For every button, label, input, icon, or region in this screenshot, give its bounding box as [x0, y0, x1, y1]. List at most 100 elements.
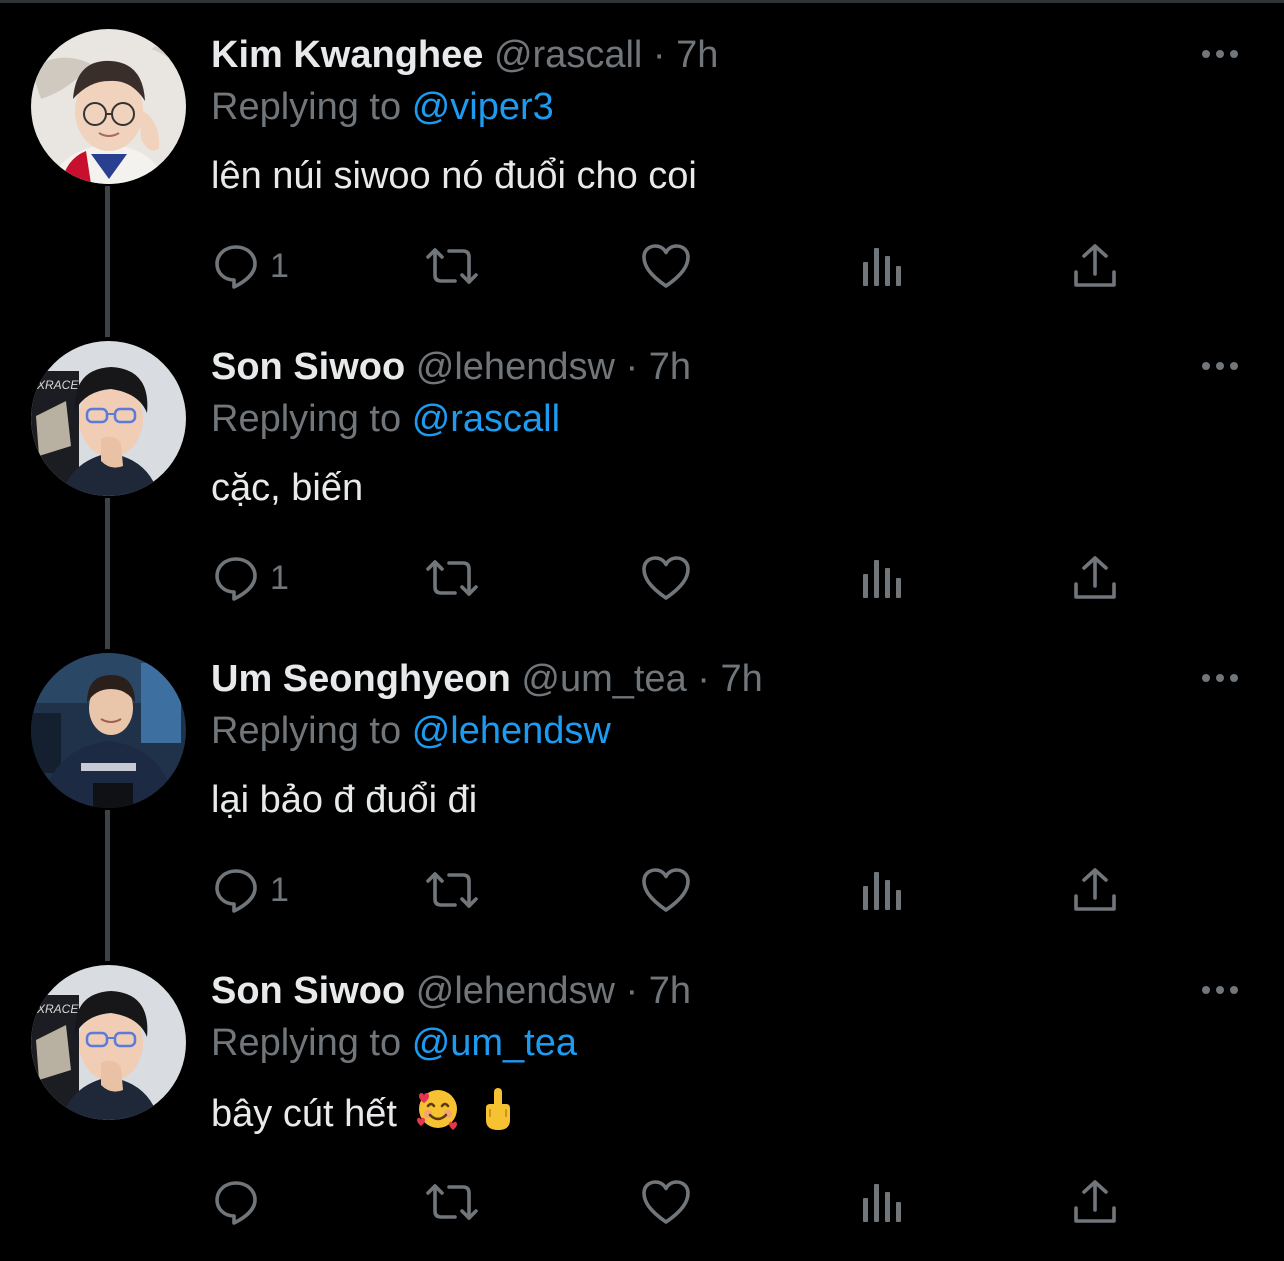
like-button[interactable] — [640, 236, 692, 296]
tweet-actions: 1 — [0, 860, 1284, 920]
handle[interactable]: @um_tea — [521, 658, 686, 700]
more-icon[interactable] — [1198, 42, 1242, 66]
views-icon — [860, 866, 904, 914]
views-button[interactable] — [860, 548, 904, 608]
replying-label: Replying to — [211, 710, 402, 752]
tweet-header: Um Seonghyeon @um_tea · 7h — [211, 656, 763, 702]
reply-button[interactable]: 1 — [212, 860, 289, 920]
views-button[interactable] — [860, 236, 904, 296]
mention-link[interactable]: @rascall — [412, 398, 560, 440]
tweet-header: Son Siwoo @lehendsw · 7h — [211, 968, 691, 1014]
mention-link[interactable]: @lehendsw — [412, 710, 611, 752]
tweet[interactable]: XRACE Son Siwoo @lehendsw · 7h Replying … — [0, 936, 1284, 1248]
tweet-header: Kim Kwanghee @rascall · 7h — [211, 32, 718, 78]
retweet-button[interactable] — [424, 548, 480, 608]
tweet[interactable]: Um Seonghyeon @um_tea · 7h Replying to @… — [0, 624, 1284, 936]
middle-finger-icon — [480, 1086, 516, 1146]
share-button[interactable] — [1072, 1172, 1118, 1232]
heart-icon — [640, 1178, 692, 1226]
retweet-icon — [424, 1178, 480, 1226]
tweet-actions: 1 — [0, 236, 1284, 296]
views-icon — [860, 242, 904, 290]
share-icon — [1072, 554, 1118, 602]
more-icon[interactable] — [1198, 666, 1242, 690]
separator: · — [625, 970, 639, 1012]
mention-link[interactable]: @viper3 — [412, 86, 554, 128]
smiling-face-with-hearts-icon — [415, 1086, 461, 1146]
tweet[interactable]: Kim Kwanghee @rascall · 7h Replying to @… — [0, 0, 1284, 312]
like-button[interactable] — [640, 548, 692, 608]
reply-count: 1 — [270, 246, 289, 285]
like-button[interactable] — [640, 860, 692, 920]
svg-text:XRACE: XRACE — [36, 1002, 79, 1016]
mention-link[interactable]: @um_tea — [412, 1022, 577, 1064]
tweet-text-container: bây cút hết — [211, 1086, 516, 1146]
views-icon — [860, 554, 904, 602]
heart-icon — [640, 242, 692, 290]
retweet-button[interactable] — [424, 860, 480, 920]
handle[interactable]: @rascall — [494, 34, 642, 76]
tweet-text: lên núi siwoo nó đuổi cho coi — [211, 155, 697, 197]
retweet-button[interactable] — [424, 236, 480, 296]
timestamp[interactable]: 7h — [720, 658, 762, 700]
tweet-text: bây cút hết — [211, 1093, 397, 1135]
tweet-actions — [0, 1172, 1284, 1232]
tweet-text: cặc, biến — [211, 467, 364, 509]
handle[interactable]: @lehendsw — [416, 346, 615, 388]
timestamp[interactable]: 7h — [649, 346, 691, 388]
display-name[interactable]: Um Seonghyeon — [211, 658, 511, 700]
retweet-button[interactable] — [424, 1172, 480, 1232]
share-icon — [1072, 242, 1118, 290]
replying-label: Replying to — [211, 398, 402, 440]
views-icon — [860, 1178, 904, 1226]
views-button[interactable] — [860, 860, 904, 920]
share-button[interactable] — [1072, 548, 1118, 608]
heart-icon — [640, 866, 692, 914]
avatar[interactable] — [31, 29, 186, 184]
reply-icon — [212, 866, 260, 914]
tweet-text: lại bảo đ đuổi đi — [211, 779, 478, 821]
separator: · — [652, 34, 666, 76]
svg-text:XRACE: XRACE — [36, 378, 79, 392]
views-button[interactable] — [860, 1172, 904, 1232]
replying-label: Replying to — [211, 1022, 402, 1064]
display-name[interactable]: Son Siwoo — [211, 970, 405, 1012]
retweet-icon — [424, 866, 480, 914]
avatar[interactable]: XRACE — [31, 965, 186, 1120]
reply-button[interactable]: 1 — [212, 548, 289, 608]
replying-to: Replying to @um_tea — [211, 1020, 577, 1066]
separator: · — [625, 346, 639, 388]
more-icon[interactable] — [1198, 354, 1242, 378]
handle[interactable]: @lehendsw — [416, 970, 615, 1012]
tweet-header: Son Siwoo @lehendsw · 7h — [211, 344, 691, 390]
replying-label: Replying to — [211, 86, 402, 128]
share-button[interactable] — [1072, 236, 1118, 296]
replying-to: Replying to @rascall — [211, 396, 560, 442]
reply-count: 1 — [270, 558, 289, 597]
display-name[interactable]: Kim Kwanghee — [211, 34, 483, 76]
avatar[interactable] — [31, 653, 186, 808]
share-icon — [1072, 866, 1118, 914]
reply-button[interactable] — [212, 1172, 270, 1232]
heart-icon — [640, 554, 692, 602]
tweet[interactable]: XRACE Son Siwoo @lehendsw · 7h Replying … — [0, 312, 1284, 624]
like-button[interactable] — [640, 1172, 692, 1232]
more-icon[interactable] — [1198, 978, 1242, 1002]
avatar[interactable]: XRACE — [31, 341, 186, 496]
retweet-icon — [424, 554, 480, 602]
reply-button[interactable]: 1 — [212, 236, 289, 296]
display-name[interactable]: Son Siwoo — [211, 346, 405, 388]
reply-count: 1 — [270, 870, 289, 909]
share-button[interactable] — [1072, 860, 1118, 920]
replying-to: Replying to @viper3 — [211, 84, 554, 130]
reply-icon — [212, 554, 260, 602]
reply-icon — [212, 242, 260, 290]
share-icon — [1072, 1178, 1118, 1226]
retweet-icon — [424, 242, 480, 290]
timestamp[interactable]: 7h — [649, 970, 691, 1012]
replying-to: Replying to @lehendsw — [211, 708, 611, 754]
reply-icon — [212, 1178, 260, 1226]
tweet-actions: 1 — [0, 548, 1284, 608]
separator: · — [697, 658, 710, 700]
timestamp[interactable]: 7h — [676, 34, 718, 76]
